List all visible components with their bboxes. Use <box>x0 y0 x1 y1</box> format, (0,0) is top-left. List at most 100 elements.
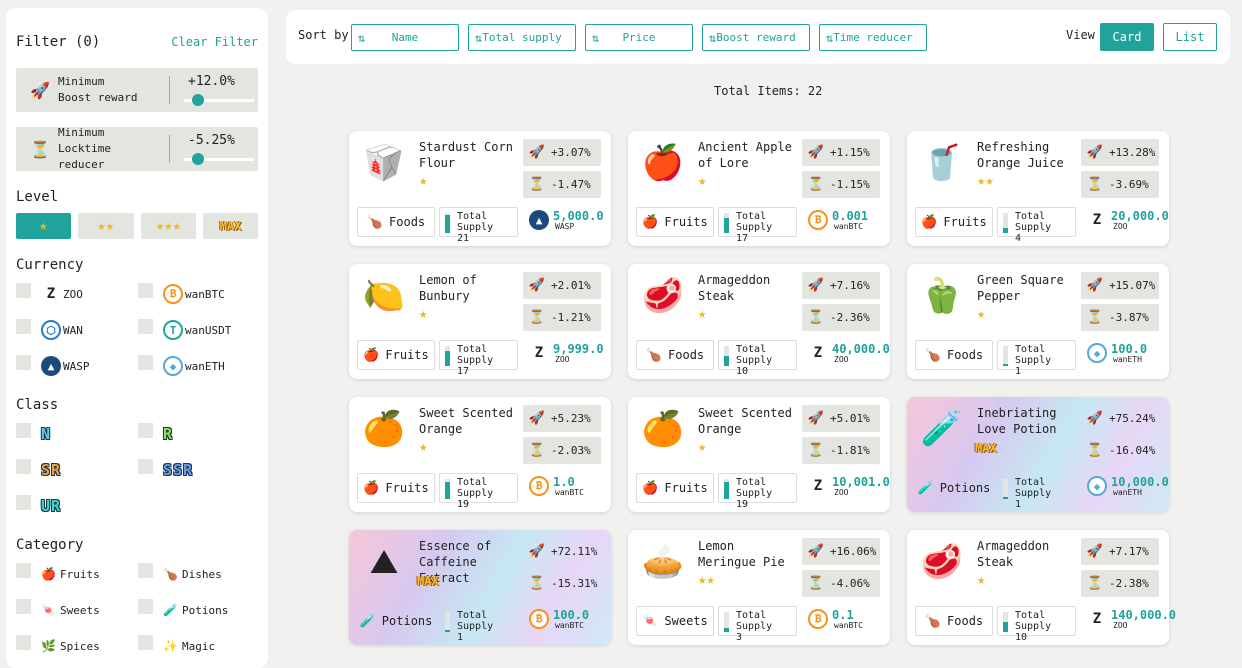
checkbox[interactable] <box>16 319 31 334</box>
currency-option[interactable]: ▲ WASP <box>16 353 138 379</box>
checkbox[interactable] <box>138 599 153 614</box>
card-view-button[interactable]: Card <box>1100 23 1154 51</box>
price-value: 5,000.0 <box>553 209 604 223</box>
category-icon: 🍎 <box>363 480 380 496</box>
item-name: Stardust Corn Flour <box>419 140 513 170</box>
item-card[interactable]: 🥩 Armageddon Steak ★ 🚀 +7.16% ⏳ -2.36% 🍗 Foods To… <box>628 264 890 379</box>
rocket-icon: 🚀 <box>1086 278 1104 293</box>
item-card[interactable]: 🧪 Inebriating Love Potion MAX 🚀 +75.24% ⏳ -16.… <box>907 397 1169 512</box>
flour-sack-icon: 🥡 <box>362 143 406 183</box>
checkbox[interactable] <box>16 283 31 298</box>
boost-reward-slider-box: 🚀 Minimum Boost reward +12.0% <box>16 68 258 112</box>
clear-filter-button[interactable]: Clear Filter <box>171 35 258 49</box>
locktime-slider-thumb[interactable] <box>192 153 204 165</box>
sort-icon: ⇅ <box>475 30 483 45</box>
checkbox[interactable] <box>138 283 153 298</box>
class-option[interactable]: UR <box>16 493 138 519</box>
apple-icon: 🍎 <box>641 143 685 183</box>
checkbox[interactable] <box>16 459 31 474</box>
level-filter-button[interactable]: ★ <box>16 213 71 239</box>
checkbox[interactable] <box>138 563 153 578</box>
checkbox[interactable] <box>16 355 31 370</box>
checkbox[interactable] <box>138 355 153 370</box>
item-card[interactable]: 🫑 Green Square Pepper ★ 🚀 +15.07% ⏳ -3.87% 🍗 Foo… <box>907 264 1169 379</box>
checkbox[interactable] <box>16 423 31 438</box>
currency-label: wanUSDT <box>185 323 232 337</box>
total-items-count: Total Items: 22 <box>714 84 823 98</box>
list-view-button[interactable]: List <box>1163 23 1217 51</box>
class-option[interactable]: SSR <box>138 457 260 483</box>
star-rating: ★ <box>977 306 986 322</box>
category-option[interactable]: 🧪 Potions <box>138 597 260 623</box>
apple-icon: 🍎 <box>41 567 56 581</box>
supply-title: Total Supply <box>1015 610 1052 632</box>
ethereum-icon: ◆ <box>163 356 183 376</box>
category-option[interactable]: 🌿 Spices <box>16 633 138 659</box>
price: Z 9,999.0 ZOO <box>529 340 609 370</box>
category-icon: 🍎 <box>642 214 659 230</box>
sort-total-supply-button[interactable]: ⇅ Total supply <box>468 24 576 51</box>
sort-price-button[interactable]: ⇅ Price <box>585 24 693 51</box>
item-card[interactable]: ⛰ Essence of Caffeine Extract MAX 🚀 +72.11% ⏳… <box>349 530 611 645</box>
currency-icon: ₿ <box>808 609 828 629</box>
currency-option[interactable]: Z ZOO <box>16 281 138 307</box>
checkbox[interactable] <box>138 459 153 474</box>
category-title: Category <box>16 537 84 553</box>
class-option[interactable]: SR <box>16 457 138 483</box>
item-card[interactable]: 🥡 Stardust Corn Flour ★ 🚀 +3.07% ⏳ -1.47% 🍗 Food… <box>349 131 611 246</box>
checkbox[interactable] <box>138 423 153 438</box>
category-option[interactable]: ✨ Magic <box>138 633 260 659</box>
sort-boost-reward-button[interactable]: ⇅ Boost reward <box>702 24 810 51</box>
boost-slider-thumb[interactable] <box>192 94 204 106</box>
supply-count: 1 <box>1015 366 1022 377</box>
sort-time-reducer-button[interactable]: ⇅ Time reducer <box>819 24 927 51</box>
currency-option[interactable]: TwanUSDT <box>138 317 260 343</box>
checkbox[interactable] <box>16 563 31 578</box>
checkbox[interactable] <box>16 599 31 614</box>
leaf-icon: 🌿 <box>41 639 56 653</box>
item-card[interactable]: 🍊 Sweet Scented Orange ★ 🚀 +5.23% ⏳ -2.03% 🍎 Fru… <box>349 397 611 512</box>
boost-value: +72.11% <box>551 545 598 558</box>
item-card[interactable]: 🍋 Lemon of Bunbury ★ 🚀 +2.01% ⏳ -1.21% 🍎 Fruits T… <box>349 264 611 379</box>
category-name: Fruits <box>943 215 987 229</box>
checkbox[interactable] <box>16 635 31 650</box>
category-option[interactable]: 🍗 Dishes <box>138 561 260 587</box>
class-option[interactable]: N <box>16 421 138 447</box>
lock-reducer-stat: ⏳ -2.03% <box>523 437 601 464</box>
class-option[interactable]: R <box>138 421 260 447</box>
locktime-reducer-slider[interactable] <box>184 153 254 165</box>
category-tag: 🍎 Fruits <box>636 207 714 237</box>
level-filter-button[interactable]: ★★★ <box>140 213 197 239</box>
item-card[interactable]: 🥩 Armageddon Steak ★ 🚀 +7.17% ⏳ -2.38% 🍗 Foods To… <box>907 530 1176 645</box>
item-card[interactable]: 🍊 Sweet Scented Orange ★ 🚀 +5.01% ⏳ -1.81% 🍎 Fru… <box>628 397 890 512</box>
boost-reward-stat: 🚀 +75.24% <box>1081 405 1159 432</box>
checkbox[interactable] <box>138 635 153 650</box>
item-card[interactable]: 🥧 Lemon Meringue Pie ★★ 🚀 +16.06% ⏳ -4.06% 🍬 Swe… <box>628 530 890 645</box>
boost-reward-stat: 🚀 +16.06% <box>802 538 880 565</box>
boost-reward-slider[interactable] <box>184 94 254 106</box>
lock-reducer-stat: ⏳ -2.38% <box>1081 570 1159 597</box>
item-card[interactable]: 🍎 Ancient Apple of Lore ★ 🚀 +1.15% ⏳ -1.15% 🍎 Fr… <box>628 131 890 246</box>
category-option[interactable]: 🍎 Fruits <box>16 561 138 587</box>
currency-title: Currency <box>16 257 84 273</box>
sort-icon: ⇅ <box>709 30 717 45</box>
category-option[interactable]: 🍬 Sweets <box>16 597 138 623</box>
level-filter-button[interactable]: MAX <box>203 213 258 239</box>
currency-option[interactable]: ₿ wanBTC <box>138 281 260 307</box>
supply-label: Total Supply 1 <box>1015 477 1075 510</box>
rocket-icon: 🚀 <box>528 278 546 293</box>
total-supply: Total Supply 3 <box>718 606 797 643</box>
level-filter-button[interactable]: ★★ <box>77 213 134 239</box>
rocket-icon: 🚀 <box>807 544 825 559</box>
boost-value: +5.01% <box>830 412 870 425</box>
item-card[interactable]: 🥤 Refreshing Orange Juice ★★ 🚀 +13.28% ⏳ -3.69… <box>907 131 1169 246</box>
checkbox[interactable] <box>138 319 153 334</box>
checkbox[interactable] <box>16 495 31 510</box>
currency-option[interactable]: ◆ wanETH <box>138 353 260 379</box>
supply-label: Total Supply 17 <box>457 344 517 377</box>
sort-name-button[interactable]: ⇅ Name <box>351 24 459 51</box>
supply-title: Total Supply <box>1015 344 1052 366</box>
supply-label: Total Supply 10 <box>736 344 796 377</box>
currency-option[interactable]: ⬡ WAN <box>16 317 138 343</box>
category-label: Magic <box>181 639 216 653</box>
